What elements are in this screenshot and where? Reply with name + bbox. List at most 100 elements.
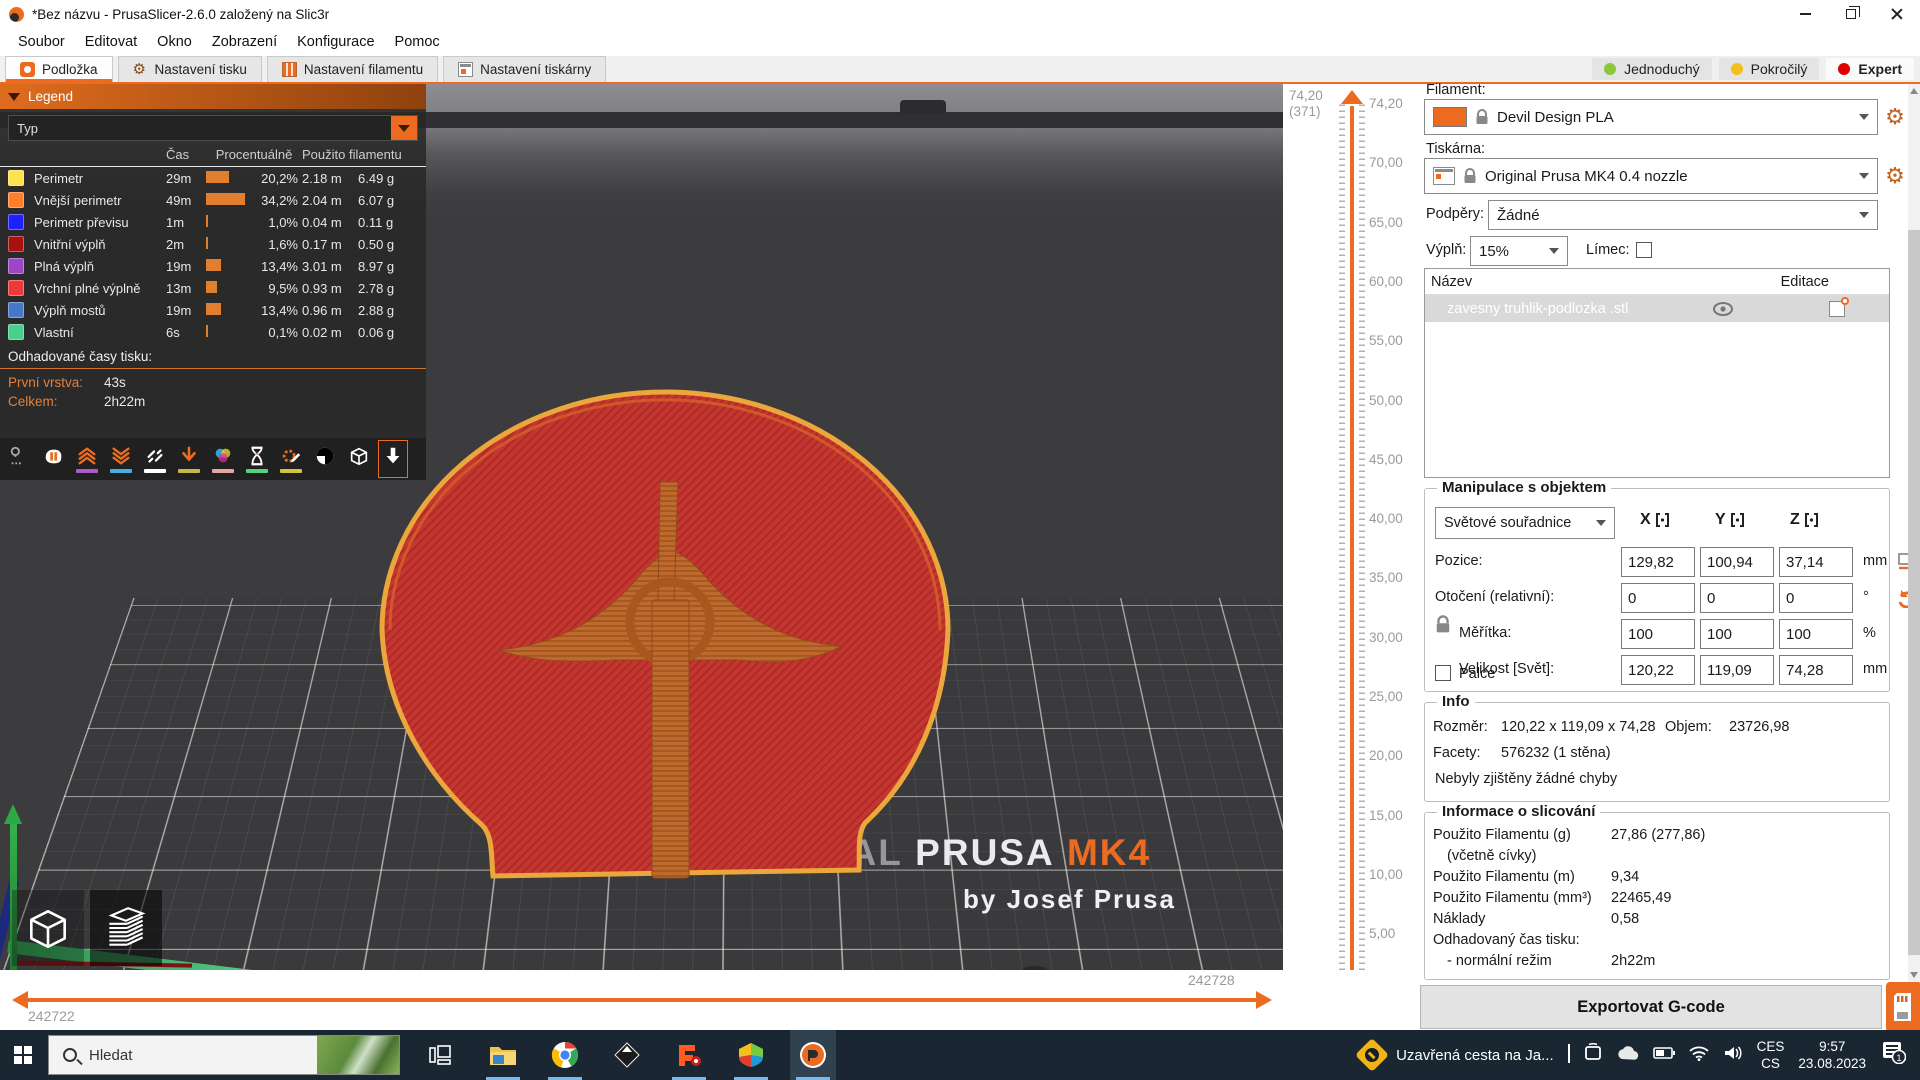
scale-lock-icon[interactable] — [1435, 615, 1451, 635]
manip-z-input[interactable]: 100 — [1779, 619, 1853, 649]
custom-gcode-icon[interactable] — [276, 440, 306, 478]
legend-visibility-icon[interactable] — [378, 440, 408, 478]
object-list-row[interactable]: zavesny truhlik-podlozka .stl — [1425, 295, 1889, 322]
start-button[interactable] — [0, 1030, 46, 1080]
manip-z-input[interactable]: 0 — [1779, 583, 1853, 613]
legend-header[interactable]: Legend — [0, 84, 426, 109]
travel-icon[interactable] — [4, 440, 34, 478]
menu-zobrazení[interactable]: Zobrazení — [202, 30, 287, 54]
inkscape-icon[interactable] — [604, 1030, 650, 1080]
tab-nastavení-tiskárny[interactable]: Nastavení tiskárny — [443, 56, 607, 82]
color-change-icon[interactable] — [174, 440, 204, 478]
eye-icon[interactable] — [1713, 301, 1733, 316]
menu-konfigurace[interactable]: Konfigurace — [287, 30, 384, 54]
chrome-icon[interactable] — [542, 1030, 588, 1080]
move-slider-left-handle[interactable] — [12, 991, 28, 1009]
tab-nastavení-tisku[interactable]: ⚙ Nastavení tisku — [117, 56, 262, 82]
manip-x-input[interactable]: 120,22 — [1621, 655, 1695, 685]
menu-soubor[interactable]: Soubor — [8, 30, 75, 54]
filament-select[interactable]: Devil Design PLA — [1424, 99, 1878, 135]
deretractions-icon[interactable] — [106, 440, 136, 478]
pause-icon[interactable] — [38, 440, 68, 478]
legend-time: 49m — [166, 192, 192, 208]
move-slider-track[interactable] — [28, 998, 1256, 1002]
mode-expert[interactable]: Expert — [1826, 58, 1914, 80]
manip-y-input[interactable]: 100 — [1700, 619, 1774, 649]
title-bar[interactable]: *Bez názvu - PrusaSlicer-2.6.0 založený … — [0, 0, 1920, 28]
scrollbar-thumb[interactable] — [1908, 230, 1920, 955]
action-center-icon[interactable]: 1 — [1880, 1040, 1910, 1070]
wifi-icon[interactable] — [1688, 1045, 1710, 1066]
manip-x-input[interactable]: 0 — [1621, 583, 1695, 613]
move-slider-strip: 242722 242728 — [0, 970, 1420, 1030]
manip-x-input[interactable]: 100 — [1621, 619, 1695, 649]
manip-z-input[interactable]: 37,14 — [1779, 547, 1853, 577]
move-slider-right-handle[interactable] — [1256, 991, 1272, 1009]
layer-slider-top-handle[interactable] — [1341, 90, 1363, 104]
sd-card-icon[interactable] — [1886, 982, 1920, 1032]
color-print-icon[interactable] — [208, 440, 238, 478]
shells-icon[interactable] — [310, 440, 340, 478]
language-indicator[interactable]: CES CS — [1757, 1038, 1785, 1072]
restore-button[interactable] — [1828, 0, 1874, 28]
mode-pokročilý[interactable]: Pokročilý — [1718, 58, 1820, 80]
tab-podložka[interactable]: Podložka — [5, 56, 113, 82]
prusaslicer-icon[interactable] — [790, 1030, 836, 1080]
clock[interactable]: 9:57 23.08.2023 — [1798, 1038, 1866, 1072]
menu-okno[interactable]: Okno — [147, 30, 202, 54]
minimize-button[interactable] — [1782, 0, 1828, 28]
tablet-icon[interactable] — [1583, 1042, 1603, 1068]
manip-y-input[interactable]: 100,94 — [1700, 547, 1774, 577]
freecad-icon[interactable] — [666, 1030, 712, 1080]
supports-select[interactable]: Žádné — [1488, 200, 1878, 230]
scroll-up-icon[interactable] — [1910, 88, 1918, 94]
percent-bar — [206, 236, 208, 249]
seams-icon[interactable] — [140, 440, 170, 478]
onedrive-icon[interactable] — [1616, 1045, 1640, 1066]
manip-y-input[interactable]: 119,09 — [1700, 655, 1774, 685]
legend-bar-cell — [206, 170, 254, 186]
mode-jednoduchý[interactable]: Jednoduchý — [1592, 58, 1712, 80]
box-icon[interactable] — [344, 440, 374, 478]
edit-object-icon[interactable] — [1829, 296, 1849, 317]
sliced-object[interactable] — [360, 270, 980, 890]
manip-z-input[interactable]: 74,28 — [1779, 655, 1853, 685]
legend-percent: 34,2% — [261, 192, 298, 208]
notification-toast[interactable]: Uzavřená cesta na Ja... — [1355, 1038, 1554, 1072]
3d-viewport[interactable]: ORIGINAL PRUSA MK4 by Josef Prusa — [0, 84, 1283, 970]
battery-icon[interactable] — [1652, 1046, 1675, 1065]
type-dropdown-button[interactable] — [391, 116, 417, 140]
printer-settings-gear-icon[interactable]: ⚙ — [1882, 163, 1908, 189]
brim-checkbox[interactable] — [1636, 242, 1652, 258]
export-gcode-button[interactable]: Exportovat G-code — [1420, 985, 1882, 1029]
object-list[interactable]: Název Editace zavesny truhlik-podlozka .… — [1424, 268, 1890, 478]
menu-pomoc[interactable]: Pomoc — [385, 30, 450, 54]
menu-editovat[interactable]: Editovat — [75, 30, 147, 54]
inches-checkbox[interactable] — [1435, 665, 1451, 681]
tab-nastavení-filamentu[interactable]: Nastavení filamentu — [266, 56, 439, 82]
explorer-icon[interactable] — [480, 1030, 526, 1080]
printer-select[interactable]: Original Prusa MK4 0.4 nozzle — [1424, 158, 1878, 194]
manip-y-input[interactable]: 0 — [1700, 583, 1774, 613]
time-estimate-icon[interactable] — [242, 440, 272, 478]
coordinate-system-select[interactable]: Světové souřadnice — [1435, 507, 1615, 539]
taskbar-search[interactable]: Hledat — [48, 1035, 400, 1075]
search-daily-image[interactable] — [317, 1036, 399, 1074]
close-button[interactable] — [1874, 0, 1920, 28]
3d-view-button[interactable] — [12, 890, 84, 966]
sliced-view-button[interactable] — [90, 890, 162, 966]
filament-settings-gear-icon[interactable]: ⚙ — [1882, 104, 1908, 130]
retractions-icon[interactable] — [72, 440, 102, 478]
chevron-down-icon — [1859, 212, 1869, 218]
layer-tick-label: 25,00 — [1369, 689, 1403, 704]
scroll-down-icon[interactable] — [1910, 972, 1918, 978]
infill-select[interactable]: 15% — [1470, 236, 1568, 266]
panel-scrollbar[interactable] — [1908, 84, 1920, 982]
chevron-up-icon[interactable] — [1567, 1044, 1570, 1064]
task-view-icon[interactable] — [418, 1030, 464, 1080]
manip-x-input[interactable]: 129,82 — [1621, 547, 1695, 577]
volume-icon[interactable] — [1723, 1045, 1743, 1066]
layer-slider-track[interactable] — [1350, 106, 1354, 998]
avg-icon[interactable] — [728, 1030, 774, 1080]
view-type-select[interactable]: Typ — [8, 115, 418, 141]
